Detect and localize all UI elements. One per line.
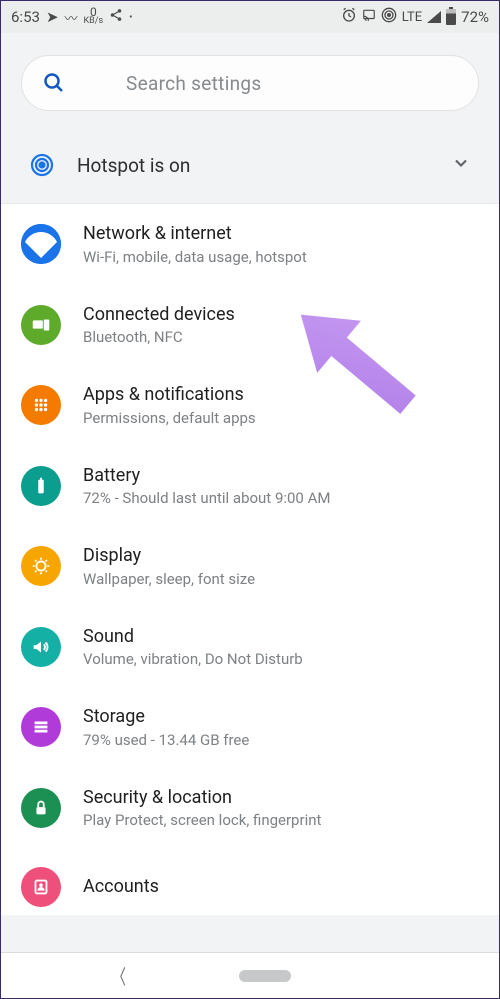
item-subtitle: Bluetooth, NFC [83,328,235,346]
item-subtitle: Wallpaper, sleep, font size [83,570,255,588]
item-apps-notifications[interactable]: Apps & notifications Permissions, defaul… [1,365,499,446]
item-connected-devices[interactable]: Connected devices Bluetooth, NFC [1,285,499,366]
navigation-bar: 〈 [1,952,499,998]
item-title: Network & internet [83,223,307,246]
item-security-location[interactable]: Security & location Play Protect, screen… [1,768,499,849]
item-subtitle: 72% - Should last until about 9:00 AM [83,489,330,507]
item-storage[interactable]: Storage 79% used - 13.44 GB free [1,687,499,768]
storage-icon [21,707,61,747]
item-display[interactable]: Display Wallpaper, sleep, font size [1,526,499,607]
location-icon: ➤ [46,8,59,26]
network-type: LTE [402,10,422,25]
item-title: Storage [83,706,249,729]
settings-list: Network & internet Wi-Fi, mobile, data u… [1,204,499,915]
item-subtitle: 79% used - 13.44 GB free [83,731,249,749]
item-title: Sound [83,626,303,649]
item-title: Battery [83,465,330,488]
display-icon [21,546,61,586]
hotspot-banner[interactable]: Hotspot is on [1,131,499,204]
battery-percent: 72% [461,8,489,26]
alarm-icon [341,7,357,27]
item-subtitle: Wi-Fi, mobile, data usage, hotspot [83,248,307,266]
battery-icon-setting [21,466,61,506]
share-icon [109,8,123,26]
chevron-down-icon [451,153,471,177]
item-subtitle: Permissions, default apps [83,409,256,427]
item-accounts[interactable]: Accounts [1,848,499,915]
item-subtitle: Volume, vibration, Do Not Disturb [83,650,303,668]
item-title: Display [83,545,255,568]
search-placeholder: Search settings [126,72,261,95]
item-title: Apps & notifications [83,384,256,407]
data-rate: 0 KB/s [84,8,104,26]
search-input[interactable]: Search settings [21,55,479,111]
hotspot-status-icon [381,7,397,27]
item-subtitle: Play Protect, screen lock, fingerprint [83,811,321,829]
item-network-internet[interactable]: Network & internet Wi-Fi, mobile, data u… [1,204,499,285]
item-sound[interactable]: Sound Volume, vibration, Do Not Disturb [1,607,499,688]
item-battery[interactable]: Battery 72% - Should last until about 9:… [1,446,499,527]
accounts-icon [21,867,61,907]
clock: 6:53 [11,8,40,26]
cast-icon [362,8,376,26]
dot-icon: • [129,12,132,23]
apps-icon [21,385,61,425]
security-icon [21,788,61,828]
sound-icon [21,627,61,667]
battery-icon [446,9,456,25]
search-icon [42,71,66,95]
item-title: Connected devices [83,304,235,327]
hotspot-icon [29,153,55,177]
item-title: Security & location [83,787,321,810]
signal-icon [427,11,441,23]
mustache-icon: 〰 [65,8,78,27]
home-pill[interactable] [239,970,291,982]
status-bar: 6:53 ➤ 〰 0 KB/s • LTE 72% [1,1,499,33]
item-title: Accounts [83,876,159,899]
wifi-icon [21,224,61,264]
back-button[interactable]: 〈 [112,961,126,990]
hotspot-text: Hotspot is on [77,154,451,177]
devices-icon [21,305,61,345]
